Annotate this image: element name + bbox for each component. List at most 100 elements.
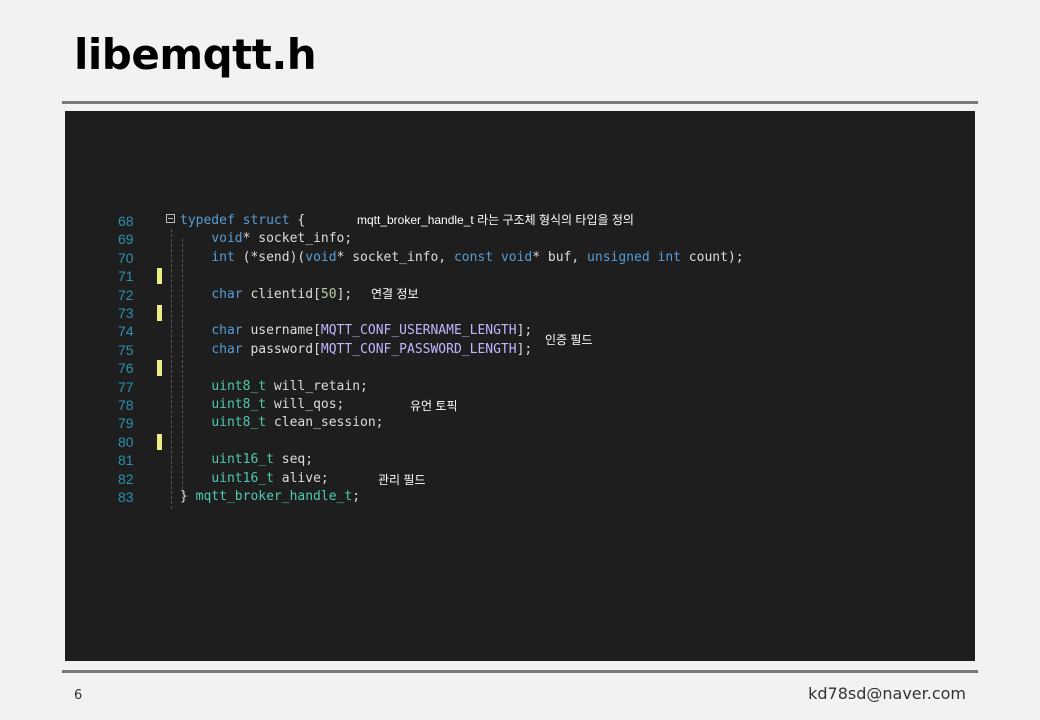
code-token: void — [500, 249, 533, 265]
code-token: ]; — [336, 286, 353, 302]
code-token: MQTT_CONF_USERNAME_LENGTH — [320, 323, 517, 339]
code-token: uint8_t — [211, 397, 267, 412]
code-line: 83} mqtt_broker_handle_t; — [65, 488, 975, 506]
code-token: will_qos; — [266, 397, 345, 412]
code-token: * socket_info, — [336, 249, 454, 265]
change-marker — [157, 268, 162, 285]
code-token: count); — [680, 249, 744, 265]
code-text[interactable]: uint8_t will_retain; — [180, 378, 368, 396]
code-text[interactable]: uint8_t will_qos; — [180, 396, 344, 414]
line-number: 70 — [118, 249, 134, 266]
line-number: 76 — [118, 360, 134, 377]
change-marker — [157, 433, 162, 450]
code-token: int — [657, 249, 681, 265]
code-token: uint16_t — [211, 470, 274, 486]
code-token: void — [305, 249, 337, 265]
code-line: 74 char username[MQTT_CONF_USERNAME_LENG… — [65, 322, 975, 340]
change-marker — [157, 360, 162, 377]
line-number: 68 — [118, 213, 134, 229]
code-token: clean_session; — [266, 415, 384, 431]
code-token: char — [211, 341, 243, 357]
code-line: 75 char password[MQTT_CONF_PASSWORD_LENG… — [65, 341, 975, 359]
code-token: struct — [242, 213, 290, 228]
line-number: 82 — [118, 470, 134, 487]
line-number: 81 — [118, 452, 134, 469]
code-token: } — [180, 489, 196, 504]
code-token: * socket_info; — [242, 231, 353, 247]
code-token: uint8_t — [211, 378, 267, 394]
note-auth: 인증 필드 — [545, 333, 593, 347]
line-number: 69 — [118, 231, 134, 248]
code-line: 70 int (*send)(void* socket_info, const … — [65, 249, 975, 267]
code-text[interactable]: void* socket_info; — [180, 230, 352, 248]
line-number: 75 — [118, 341, 134, 358]
code-token: (*send)( — [234, 249, 306, 265]
code-line: 82 uint16_t alive; — [65, 470, 975, 488]
code-text[interactable]: char username[MQTT_CONF_USERNAME_LENGTH]… — [180, 322, 532, 340]
code-line: 78 uint8_t will_qos; — [65, 396, 975, 414]
code-text[interactable]: int (*send)(void* socket_info, const voi… — [180, 249, 744, 267]
code-token: char — [211, 323, 243, 339]
page-number: 6 — [74, 688, 83, 703]
code-token: username[ — [242, 323, 321, 339]
line-number: 74 — [118, 323, 134, 340]
line-number: 83 — [118, 489, 134, 505]
code-token: ]; — [516, 341, 533, 357]
code-text[interactable]: char clientid[50]; — [180, 286, 352, 304]
note-manage: 관리 필드 — [378, 473, 426, 487]
code-token: will_retain; — [266, 378, 368, 394]
line-number: 71 — [118, 268, 134, 285]
author-email: kd78sd@naver.com — [808, 684, 966, 703]
code-token: uint16_t — [211, 452, 274, 468]
code-token: 50 — [320, 286, 337, 302]
code-token: void — [211, 231, 243, 247]
code-token: uint8_t — [211, 415, 267, 431]
line-number: 80 — [118, 433, 134, 450]
code-token: mqtt_broker_handle_t — [195, 489, 353, 504]
note-connection: 연결 정보 — [371, 287, 419, 301]
code-line: 77 uint8_t will_retain; — [65, 378, 975, 396]
code-text[interactable]: } mqtt_broker_handle_t; — [180, 488, 360, 506]
code-text[interactable]: uint16_t alive; — [180, 470, 329, 488]
code-token: clientid[ — [242, 286, 321, 302]
code-line: 80 — [65, 433, 975, 451]
code-token: int — [211, 249, 235, 265]
line-number: 77 — [118, 378, 134, 395]
code-token: char — [211, 286, 243, 302]
line-number: 79 — [118, 415, 134, 432]
line-number: 73 — [118, 305, 134, 321]
code-token: ]; — [516, 323, 533, 339]
code-token: alive; — [273, 470, 329, 486]
code-token: typedef — [180, 213, 235, 228]
code-text[interactable]: uint8_t clean_session; — [180, 414, 384, 432]
code-line: 81 uint16_t seq; — [65, 451, 975, 469]
title-divider — [62, 101, 978, 104]
code-line: 73 — [65, 304, 975, 322]
footer-divider — [62, 670, 978, 673]
code-token: MQTT_CONF_PASSWORD_LENGTH — [320, 341, 517, 357]
code-token: const — [453, 249, 494, 265]
code-line: 69 void* socket_info; — [65, 230, 975, 248]
code-text[interactable]: uint16_t seq; — [180, 451, 313, 469]
code-text[interactable]: char password[MQTT_CONF_PASSWORD_LENGTH]… — [180, 341, 532, 359]
code-line: 72 char clientid[50]; — [65, 286, 975, 304]
slide-title: libemqtt.h — [74, 30, 317, 79]
code-text[interactable]: typedef struct { — [180, 212, 305, 230]
line-number: 72 — [118, 286, 134, 303]
code-panel: 68 typedef struct {69 void* socket_info; 7… — [65, 111, 975, 661]
code-token: ; — [352, 489, 361, 504]
note-struct: mqtt_broker_handle_t 라는 구조체 형식의 타입을 정의 — [357, 213, 634, 227]
code-token: * buf, — [532, 249, 588, 265]
